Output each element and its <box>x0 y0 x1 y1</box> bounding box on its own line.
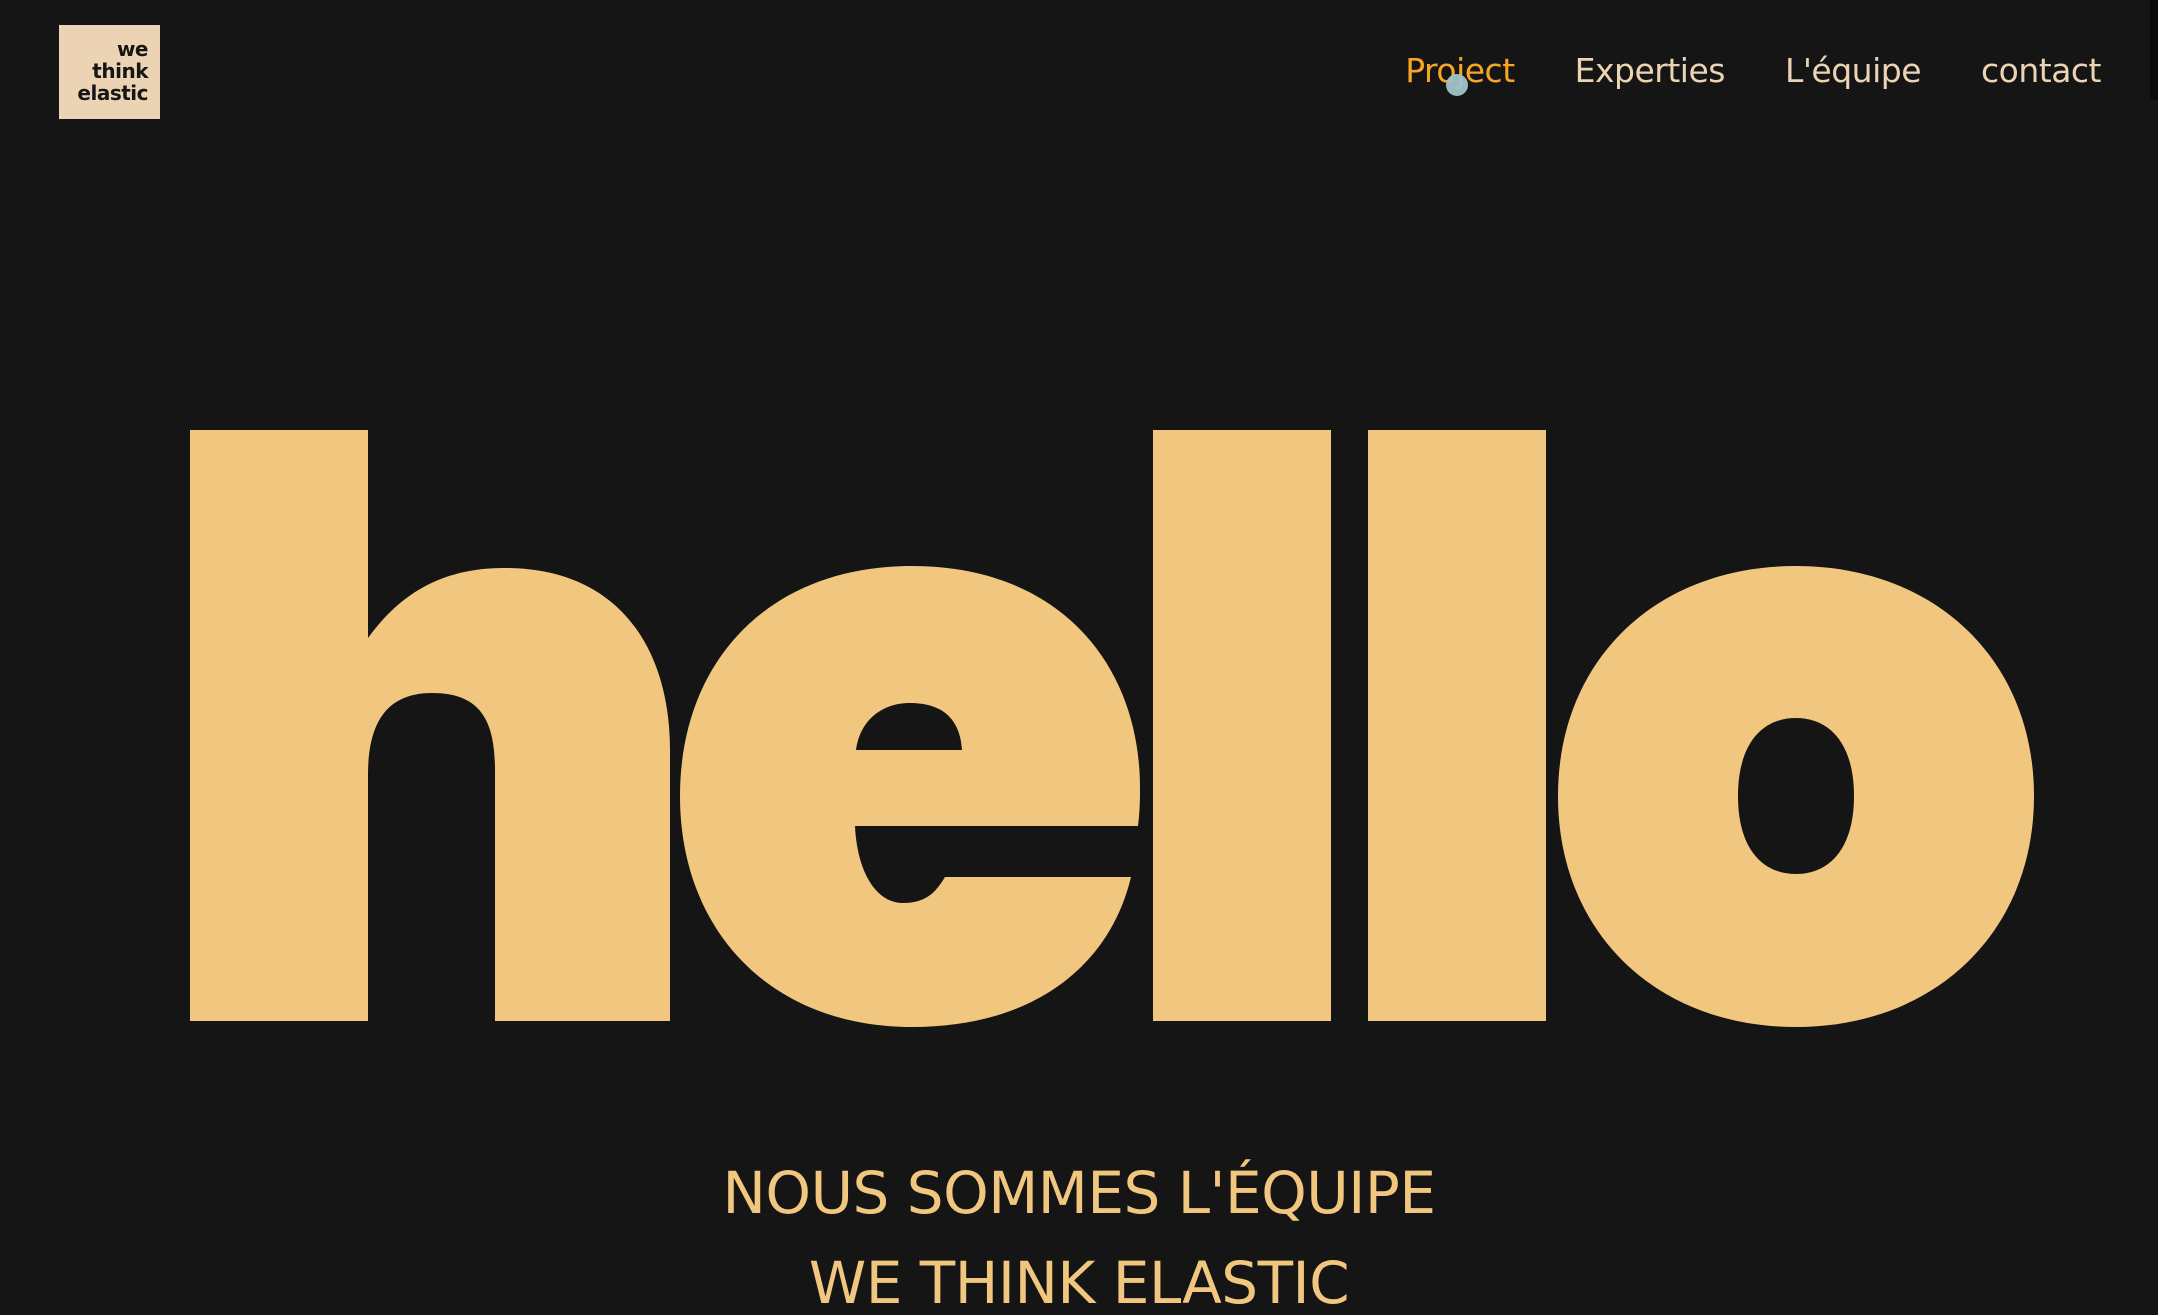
hero-tagline: NOUS SOMMES L'ÉQUIPE WE THINK ELASTIC <box>0 1148 2158 1315</box>
hero-hello <box>0 380 2158 1040</box>
hero-letter-l1 <box>1153 430 1331 1021</box>
logo-line-3: elastic <box>77 81 148 105</box>
nav-item-experties[interactable]: Experties <box>1575 48 1726 94</box>
tagline-line-1: NOUS SOMMES L'ÉQUIPE <box>722 1159 1436 1227</box>
logo-line-1: we <box>116 37 149 61</box>
logo-line-2: think <box>92 59 148 83</box>
hero-letter-l2 <box>1368 430 1546 1021</box>
hero-letter-h <box>190 430 670 1021</box>
scrollbar-edge[interactable] <box>2150 0 2158 100</box>
brand-logo[interactable]: we think elastic <box>59 25 160 119</box>
page: we think elastic Project Experties L'équ… <box>0 0 2158 1315</box>
nav-item-contact[interactable]: contact <box>1981 48 2102 94</box>
hero-hello-graphic <box>190 430 2034 1027</box>
mouse-cursor-dot <box>1446 74 1468 96</box>
hero-letter-o <box>1558 566 2034 1027</box>
nav-item-equipe[interactable]: L'équipe <box>1785 48 1922 94</box>
hero-letter-e <box>680 566 1140 1027</box>
tagline-line-2: WE THINK ELASTIC <box>808 1249 1350 1315</box>
